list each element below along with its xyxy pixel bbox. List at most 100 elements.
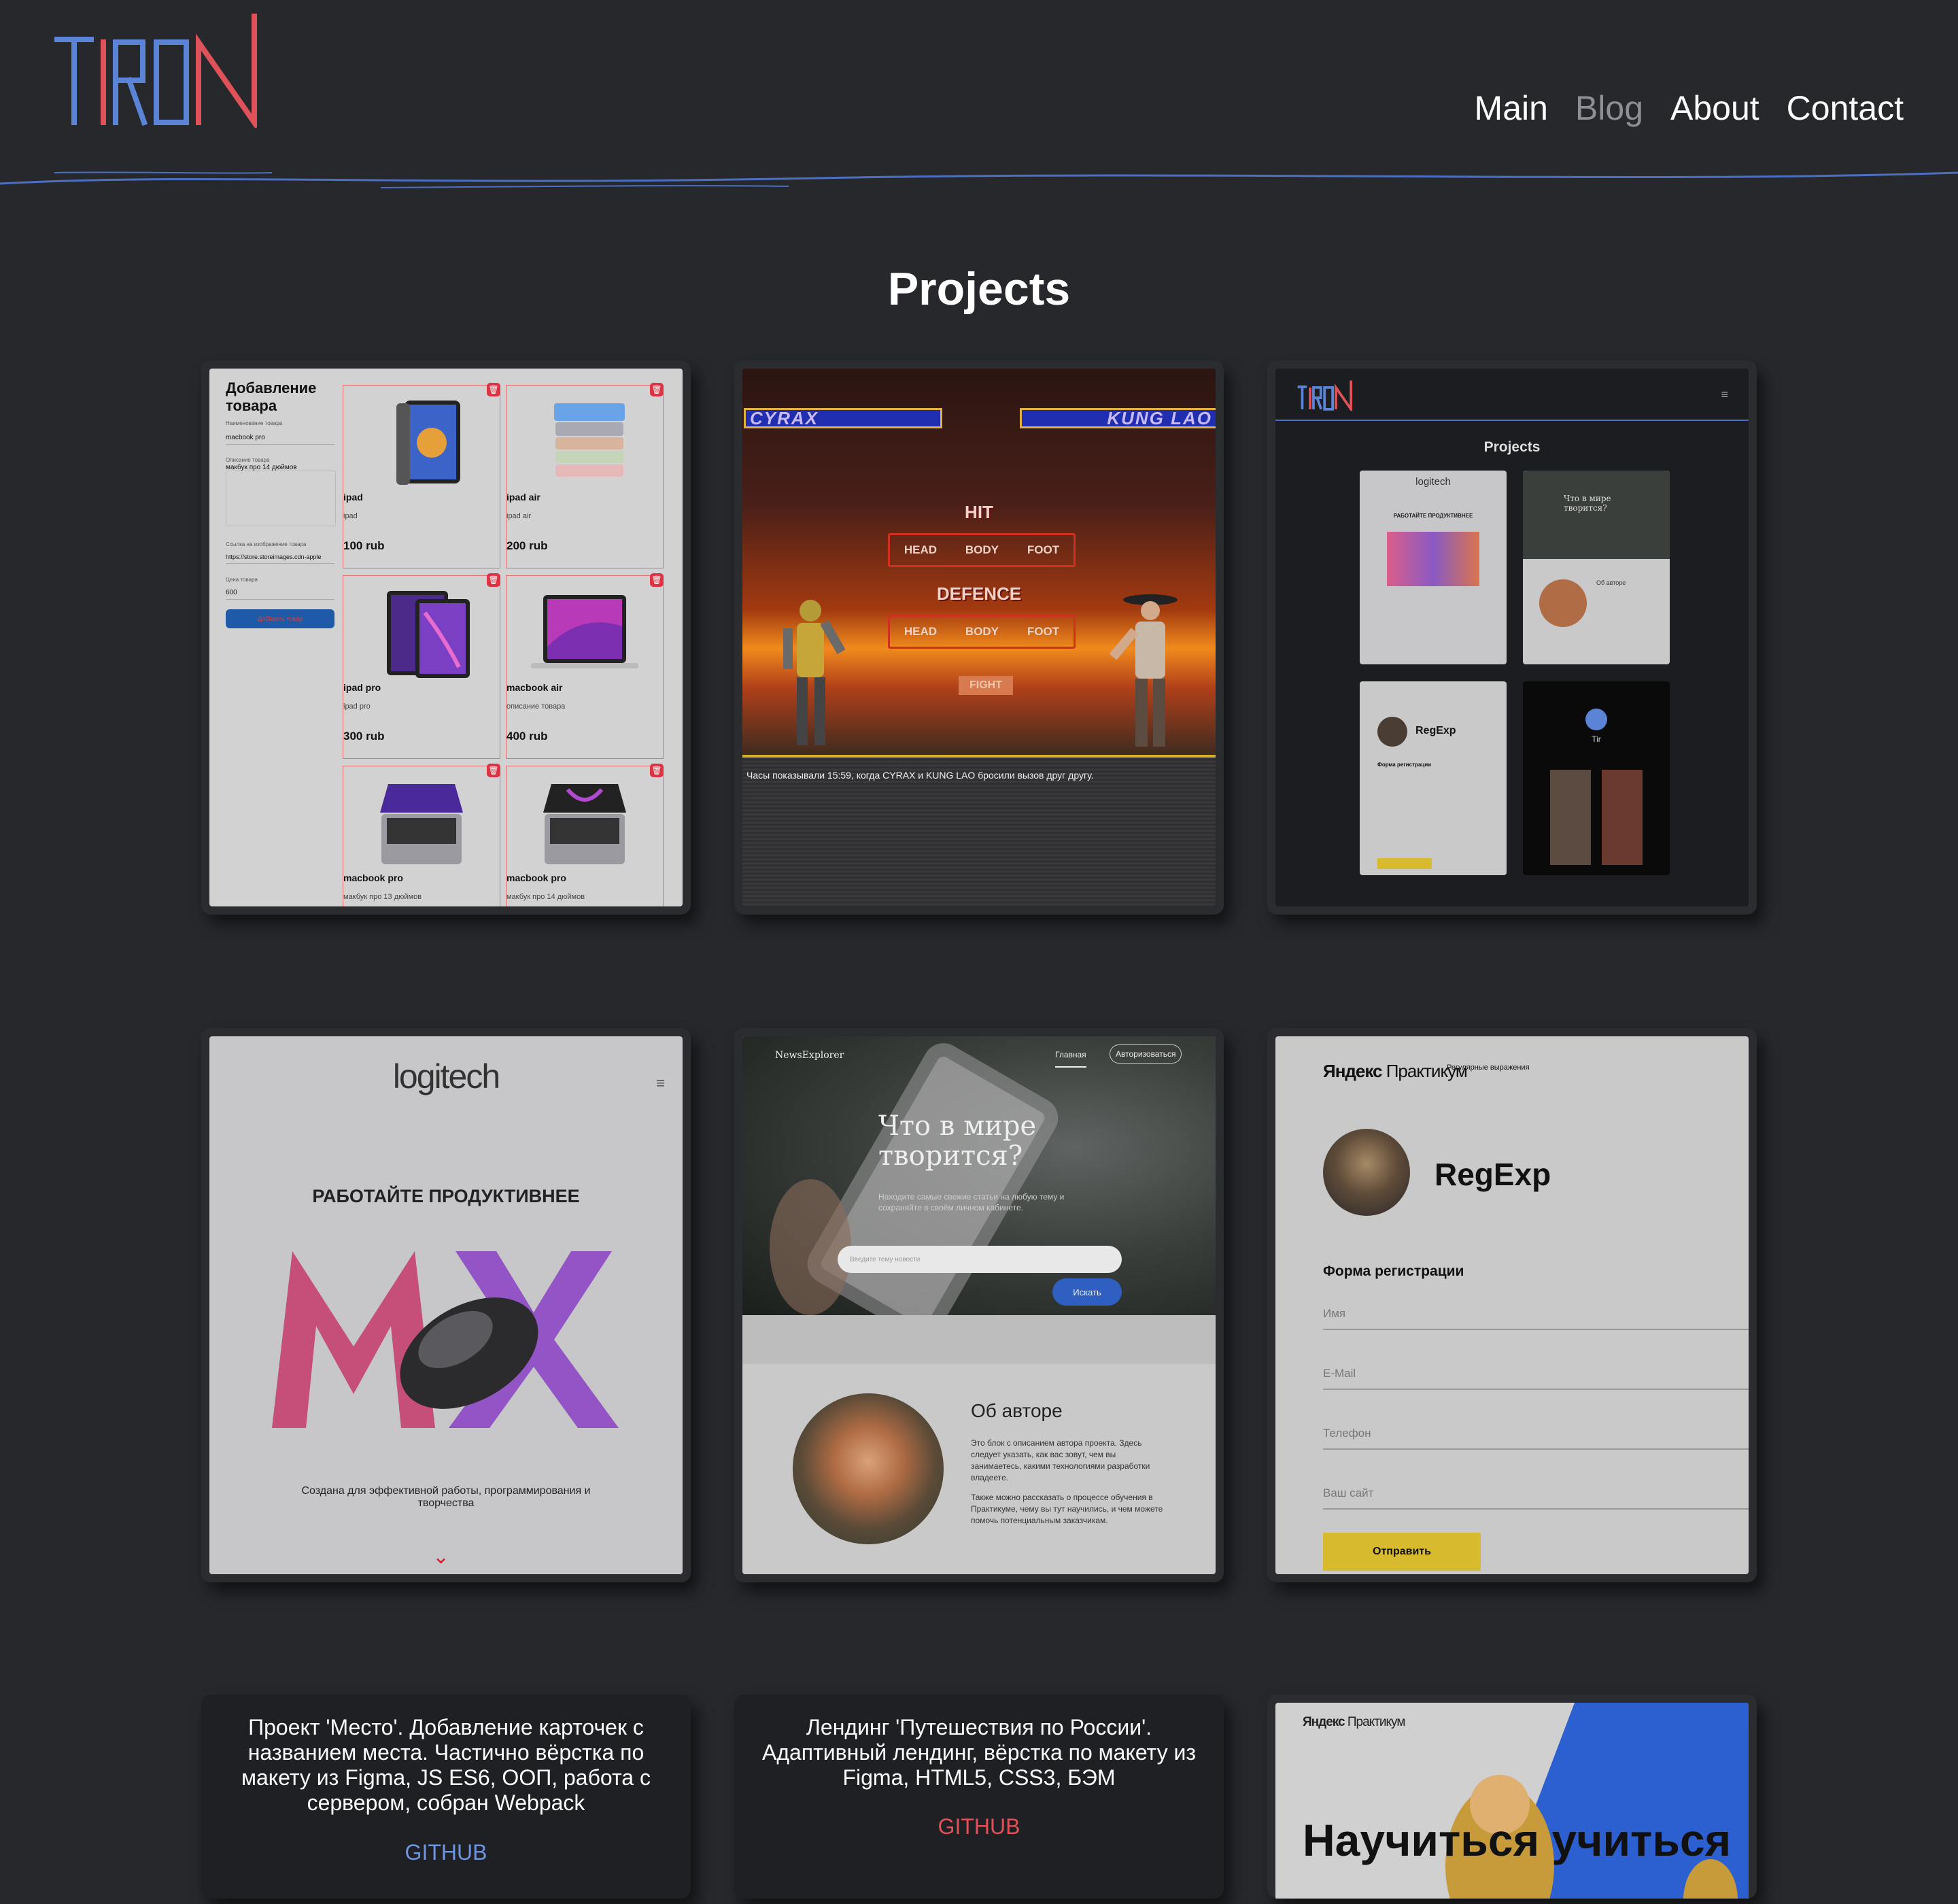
shop-desc-label: Описание товара [226,457,270,463]
news-results-strip [742,1315,1216,1364]
shop-name-value: macbook pro [226,434,334,445]
laptop-icon [543,784,626,864]
submit-button: Отправить [1323,1533,1481,1571]
tablet-pro-icon [387,591,470,678]
praktikum-logo: Яндекс Практикум [1323,1061,1468,1082]
product-name: macbook pro [343,872,403,883]
project-card-portfolio[interactable]: ≡ Projects logitech РАБОТАЙТЕ ПРОДУКТИВН… [1267,360,1757,915]
zone-foot: FOOT [1027,543,1060,556]
trash-icon: 🗑 [650,573,664,587]
mini-title: Projects [1483,439,1541,455]
regexp-screenshot: Яндекс Практикум Регулярные выражения Re… [1275,1036,1749,1574]
zone-head: HEAD [904,625,938,638]
product-desc: ipad [343,512,358,520]
page-title: Projects [887,262,1071,315]
product-desc: ipad air [506,512,532,520]
logitech-headline: РАБОТАЙТЕ ПРОДУКТИВНЕЕ [312,1186,580,1206]
mini-avatar [1539,579,1587,627]
project-card-logitech[interactable]: logitech ≡ РАБОТАЙТЕ ПРОДУКТИВНЕЕ MX Соз… [201,1028,691,1582]
nav-contact[interactable]: Contact [1787,88,1904,128]
product-name: macbook air [506,682,563,693]
zone-body: BODY [965,543,999,556]
menu-icon: ≡ [1721,388,1728,401]
shop-desc-textarea [226,471,336,526]
trash-icon: 🗑 [650,764,664,777]
tablet-stack-icon [554,403,625,477]
mini-news-hero [1523,471,1670,559]
mini-logo-icon [1297,380,1353,411]
product-price: 100 rub [343,539,385,552]
mini-tile-sub: РАБОТАЙТЕ ПРОДУКТИВНЕЕ [1393,513,1473,519]
zone-head: HEAD [904,543,938,556]
nav-blog[interactable]: Blog [1575,88,1643,128]
shop-img-value: https://store.storeimages.cdn-apple [226,554,334,564]
mini-tile-news: Что в мире творится? Об авторе [1523,471,1670,664]
project-card-fight[interactable]: CYRAX KUNG LAO HIT HEAD BODY FOOT DEFENC… [734,360,1224,915]
mini-tile-logitech: logitech РАБОТАЙТЕ ПРОДУКТИВНЕЕ [1360,471,1507,664]
product-desc: ipad pro [343,702,371,711]
regexp-name: RegExp [1435,1157,1551,1192]
project-card-news[interactable]: NewsExplorer Главная Авторизоваться Что … [734,1028,1224,1582]
product-card: macbook pro макбук про 14 дюймов 🗑 [506,764,664,906]
news-headline: Что в мире творится? [878,1110,1037,1172]
mini-avatar [1585,709,1607,730]
project-card-regexp[interactable]: Яндекс Практикум Регулярные выражения Re… [1267,1028,1757,1582]
project-card-shop[interactable]: Добавление товара Наименование товара ma… [201,360,691,915]
github-link[interactable]: GITHUB [734,1814,1224,1839]
product-card: ipad air ipad air 200 rub 🗑 [506,383,664,568]
product-name: macbook pro [506,872,566,883]
project-card-praktikum[interactable]: Яндекс Практикум Научиться учиться [1267,1695,1757,1899]
about-title: Об авторе [971,1400,1063,1421]
product-card: ipad ipad 100 rub 🗑 [343,383,500,568]
product-card: macbook pro макбук про 13 дюймов 🗑 [343,764,500,906]
cyrax-fighter-icon [783,600,846,745]
menu-icon: ≡ [656,1074,665,1091]
shop-form-title: Добавление товара [226,379,317,414]
mini-tile-regexp: RegExp Форма регистрации [1360,681,1507,875]
nav-main[interactable]: Main [1475,88,1548,128]
product-desc: описание товара [506,702,566,711]
mx-graphic [272,1251,619,1428]
portfolio-screenshot: ≡ Projects logitech РАБОТАЙТЕ ПРОДУКТИВН… [1275,369,1749,906]
about-text-1: Это блок с описанием автора проекта. Зде… [971,1438,1150,1482]
mini-tile-heading: logitech [1415,476,1451,488]
logitech-screenshot: logitech ≡ РАБОТАЙТЕ ПРОДУКТИВНЕЕ MX Соз… [209,1036,683,1574]
player2-health-bar: KUNG LAO [1020,408,1216,428]
github-link[interactable]: GITHUB [201,1840,691,1865]
project-card-mesto: Проект 'Место'. Добавление карточек с на… [201,1695,691,1899]
nav-about[interactable]: About [1670,88,1759,128]
author-photo [793,1393,944,1544]
about-text-2: Также можно рассказать о процессе обучен… [971,1493,1163,1525]
project-description: Лендинг 'Путешествия по России'. Адаптив… [761,1715,1196,1790]
mini-tile-heading: RegExp [1415,725,1456,736]
product-price: 200 rub [506,539,548,552]
trash-icon: 🗑 [487,573,500,587]
shop-img-label: Ссылка на изображение товара [226,541,307,547]
mini-photo [1602,770,1643,865]
news-screenshot: NewsExplorer Главная Авторизоваться Что … [742,1036,1216,1574]
name-field: Имя [1323,1307,1749,1330]
player1-health-bar: CYRAX [744,408,942,428]
mini-photo [1550,770,1591,865]
mini-tile-sub: Об авторе [1596,579,1626,586]
fight-screenshot: CYRAX KUNG LAO HIT HEAD BODY FOOT DEFENC… [742,369,1216,906]
logitech-logo: logitech [392,1057,500,1095]
product-name: ipad pro [343,682,381,693]
phone-field: Телефон [1323,1427,1749,1450]
laptop-icon [380,784,463,864]
shop-add-button: Добавить товар [226,609,334,628]
news-search-input: Введите тему новости [838,1246,1122,1273]
news-nav-login: Авторизоваться [1110,1044,1182,1064]
product-name: ipad air [506,492,540,503]
product-card: ipad pro ipad pro 300 rub 🗑 [343,573,500,759]
chevron-down-icon: ⌄ [432,1546,450,1568]
praktikum-headline: Научиться учиться [1303,1815,1732,1865]
header-divider [0,171,1958,188]
product-price: 400 rub [506,730,548,743]
shop-screenshot: Добавление товара Наименование товара ma… [209,369,683,906]
email-field: E-Mail [1323,1367,1749,1390]
site-logo[interactable] [53,12,264,128]
news-subtitle: Находите самые свежие статьи на любую те… [878,1192,1065,1212]
mini-divider [1275,420,1749,421]
avatar [1323,1129,1410,1216]
